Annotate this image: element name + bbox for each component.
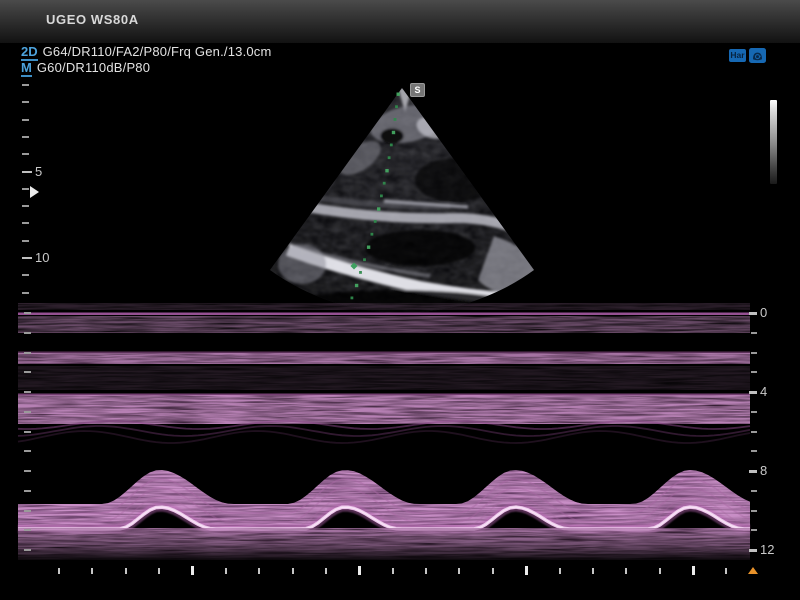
time-axis-tick bbox=[191, 566, 194, 575]
mmode-far-field bbox=[18, 528, 750, 560]
time-axis-tick bbox=[225, 568, 227, 574]
ruler-2d-tick bbox=[22, 240, 29, 242]
sweep-position-marker-icon bbox=[748, 567, 758, 574]
mmode-ruler-tick-left bbox=[24, 470, 31, 472]
ruler-2d-tick bbox=[22, 257, 32, 259]
time-axis-tick bbox=[592, 568, 594, 574]
mmode-ruler-tick-left bbox=[24, 549, 31, 551]
time-axis-tick bbox=[258, 568, 260, 574]
time-axis-tick bbox=[625, 568, 627, 574]
mmode-ruler-tick-right bbox=[751, 529, 757, 531]
mmode-depth-label: 0 bbox=[760, 305, 767, 320]
time-axis-tick bbox=[392, 568, 394, 574]
mmode-ruler-tick-left bbox=[24, 411, 31, 413]
mmode-ruler-tick-right bbox=[749, 549, 757, 552]
mmode-ruler-tick-left bbox=[24, 371, 31, 373]
ruler-2d-tick bbox=[22, 222, 29, 224]
time-axis-tick bbox=[692, 566, 695, 575]
ruler-2d-tick bbox=[22, 153, 29, 155]
mmode-ruler-tick-right bbox=[751, 450, 757, 452]
mmode-depth-label: 12 bbox=[760, 542, 774, 557]
info-line-2d: 2D G64/DR110/FA2/P80/Frq Gen./13.0cm bbox=[21, 44, 272, 59]
ruler-2d-tick bbox=[22, 292, 29, 294]
ultrasound-screen: UGEO WS80A bbox=[0, 0, 800, 600]
time-axis-tick bbox=[458, 568, 460, 574]
mmode-ruler-tick-left bbox=[24, 332, 31, 334]
ruler-2d-tick bbox=[22, 188, 29, 190]
mmode-septal-strands bbox=[18, 421, 750, 443]
info-line-m: M G60/DR110dB/P80 bbox=[21, 60, 150, 75]
depth-label-2d: 5 bbox=[35, 164, 42, 179]
mmode-ruler-tick-right bbox=[749, 470, 757, 473]
time-axis-tick bbox=[725, 568, 727, 574]
mmode-ruler-tick-left bbox=[24, 529, 31, 531]
ruler-2d-tick bbox=[22, 119, 29, 121]
mode-m-label: M bbox=[21, 60, 32, 77]
ruler-2d-tick bbox=[22, 136, 29, 138]
ruler-2d-tick bbox=[22, 171, 32, 173]
mmode-ruler-tick-right bbox=[749, 391, 757, 394]
time-axis-tick bbox=[492, 568, 494, 574]
mode-2d-label: 2D bbox=[21, 44, 38, 61]
mmode-ruler-tick-right bbox=[751, 431, 757, 433]
mmode-ruler-tick-right bbox=[751, 352, 757, 354]
params-2d: G64/DR110/FA2/P80/Frq Gen./13.0cm bbox=[43, 44, 272, 59]
ruler-2d-tick bbox=[22, 274, 29, 276]
mmode-ruler-tick-left bbox=[24, 431, 31, 433]
mmode-ruler-tick-right bbox=[751, 490, 757, 492]
focus-depth-arrow-icon bbox=[30, 186, 39, 198]
mmode-ruler-tick-left bbox=[24, 490, 31, 492]
mmode-ruler-tick-left bbox=[24, 352, 31, 354]
time-axis-tick bbox=[358, 566, 361, 575]
mmode-ruler-tick-right bbox=[751, 411, 757, 413]
mmode-depth-label: 4 bbox=[760, 384, 767, 399]
time-axis-tick bbox=[325, 568, 327, 574]
ruler-2d-tick bbox=[22, 84, 29, 86]
harmonic-badge: Har bbox=[729, 49, 746, 62]
time-axis-tick bbox=[91, 568, 93, 574]
mmode-ruler-tick-right bbox=[751, 371, 757, 373]
probe-icon bbox=[749, 48, 766, 63]
time-axis-tick bbox=[58, 568, 60, 574]
params-m: G60/DR110dB/P80 bbox=[37, 60, 150, 75]
time-axis-tick bbox=[659, 568, 661, 574]
mmode-depth-label: 8 bbox=[760, 463, 767, 478]
time-axis-tick bbox=[158, 568, 160, 574]
ruler-2d-tick bbox=[22, 205, 29, 207]
mmode-ruler-tick-right bbox=[749, 312, 757, 315]
orientation-marker: S bbox=[410, 83, 425, 97]
mmode-ruler-tick-left bbox=[24, 391, 31, 393]
time-axis-tick bbox=[525, 566, 528, 575]
mmode-ruler-tick-left bbox=[24, 312, 31, 314]
mmode-near-field-bands bbox=[18, 303, 750, 424]
time-axis-tick bbox=[292, 568, 294, 574]
image-area bbox=[0, 0, 800, 600]
grayscale-bar bbox=[770, 100, 777, 184]
time-axis-tick bbox=[125, 568, 127, 574]
time-axis-tick bbox=[559, 568, 561, 574]
status-badges: Har bbox=[729, 48, 766, 63]
time-axis-tick bbox=[425, 568, 427, 574]
mmode-ruler-tick-right bbox=[751, 510, 757, 512]
depth-label-2d: 10 bbox=[35, 250, 49, 265]
mmode-ruler-tick-left bbox=[24, 450, 31, 452]
mmode-ruler-tick-left bbox=[24, 510, 31, 512]
ruler-2d-tick bbox=[22, 101, 29, 103]
mmode-ruler-tick-right bbox=[751, 332, 757, 334]
